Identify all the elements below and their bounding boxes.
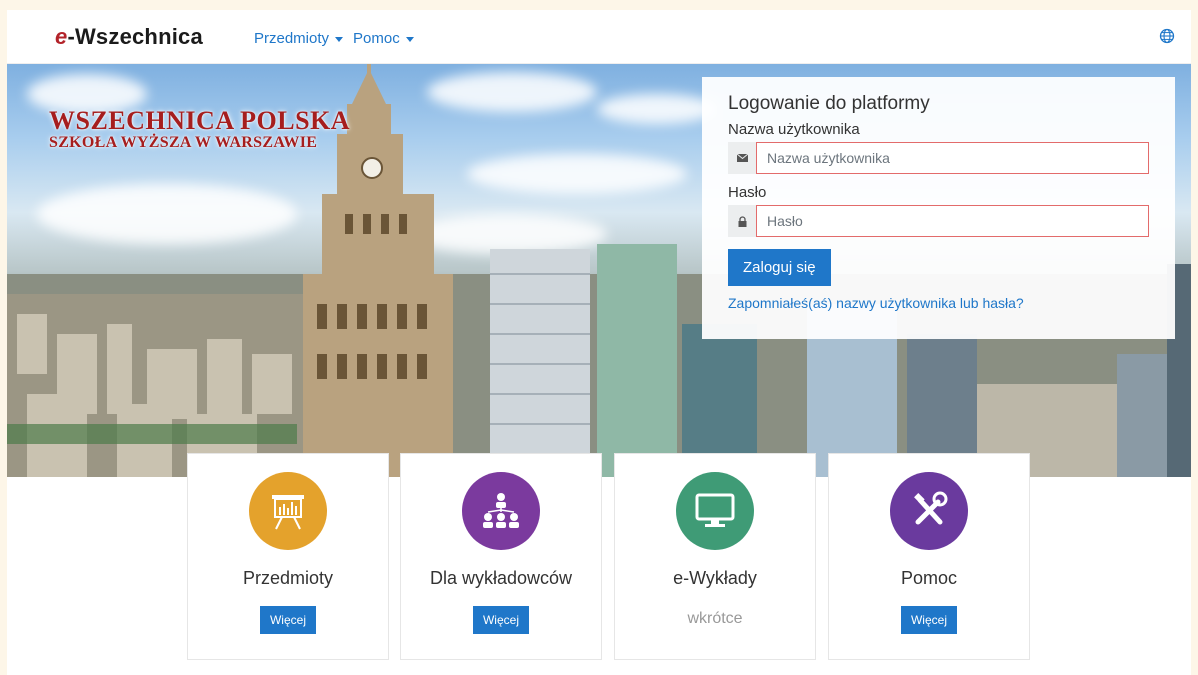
card-title: e-Wykłady	[673, 568, 757, 588]
monitor-icon	[676, 472, 754, 550]
globe-icon[interactable]	[1159, 28, 1175, 44]
coming-soon-label: wkrótce	[687, 610, 743, 627]
card-e-wyklady: e-Wykłady wkrótce	[614, 453, 816, 660]
forgot-password-link[interactable]: Zapomniałeś(aś) nazwy użytkownika lub ha…	[728, 295, 1149, 311]
main-menu: Przedmioty Pomoc	[254, 30, 414, 47]
people-network-icon	[462, 472, 540, 550]
card-pomoc: Pomoc Więcej	[828, 453, 1030, 660]
password-group: Hasło	[728, 205, 1149, 237]
password-input[interactable]: Hasło	[756, 205, 1149, 237]
more-button[interactable]: Więcej	[472, 606, 529, 634]
chevron-down-icon	[405, 37, 414, 42]
menu-przedmioty[interactable]: Przedmioty	[254, 30, 344, 47]
menu-pomoc[interactable]: Pomoc	[353, 30, 414, 47]
username-input[interactable]: Nazwa użytkownika	[756, 142, 1149, 174]
login-title: Logowanie do platformy	[728, 93, 930, 114]
login-button[interactable]: Zaloguj się	[728, 249, 831, 286]
password-label: Hasło	[728, 184, 767, 201]
tools-icon	[890, 472, 968, 550]
card-dla-wykladowcow: Dla wykładowców Więcej	[400, 453, 602, 660]
login-panel: Logowanie do platformy Nazwa użytkownika…	[702, 77, 1175, 339]
envelope-icon	[728, 142, 756, 174]
university-logo: WSZECHNICA POLSKA SZKOŁA WYŻSZA W WARSZA…	[49, 106, 351, 151]
chevron-down-icon	[335, 37, 344, 42]
more-button[interactable]: Więcej	[259, 606, 316, 634]
card-title: Przedmioty	[242, 568, 334, 588]
card-przedmioty: Przedmioty Więcej	[187, 453, 389, 660]
lock-icon	[728, 205, 756, 237]
card-title: Dla wykładowców	[429, 568, 573, 588]
username-label: Nazwa użytkownika	[728, 121, 860, 138]
username-group: Nazwa użytkownika	[728, 142, 1149, 174]
card-title: Pomoc	[900, 568, 958, 588]
site-logo[interactable]: e-Wszechnica	[55, 24, 203, 50]
more-button[interactable]: Więcej	[900, 606, 957, 634]
top-navbar: e-Wszechnica Przedmioty Pomoc	[7, 10, 1191, 64]
page: e-Wszechnica Przedmioty Pomoc WSZECHNICA…	[7, 10, 1191, 675]
presentation-board-icon	[249, 472, 327, 550]
